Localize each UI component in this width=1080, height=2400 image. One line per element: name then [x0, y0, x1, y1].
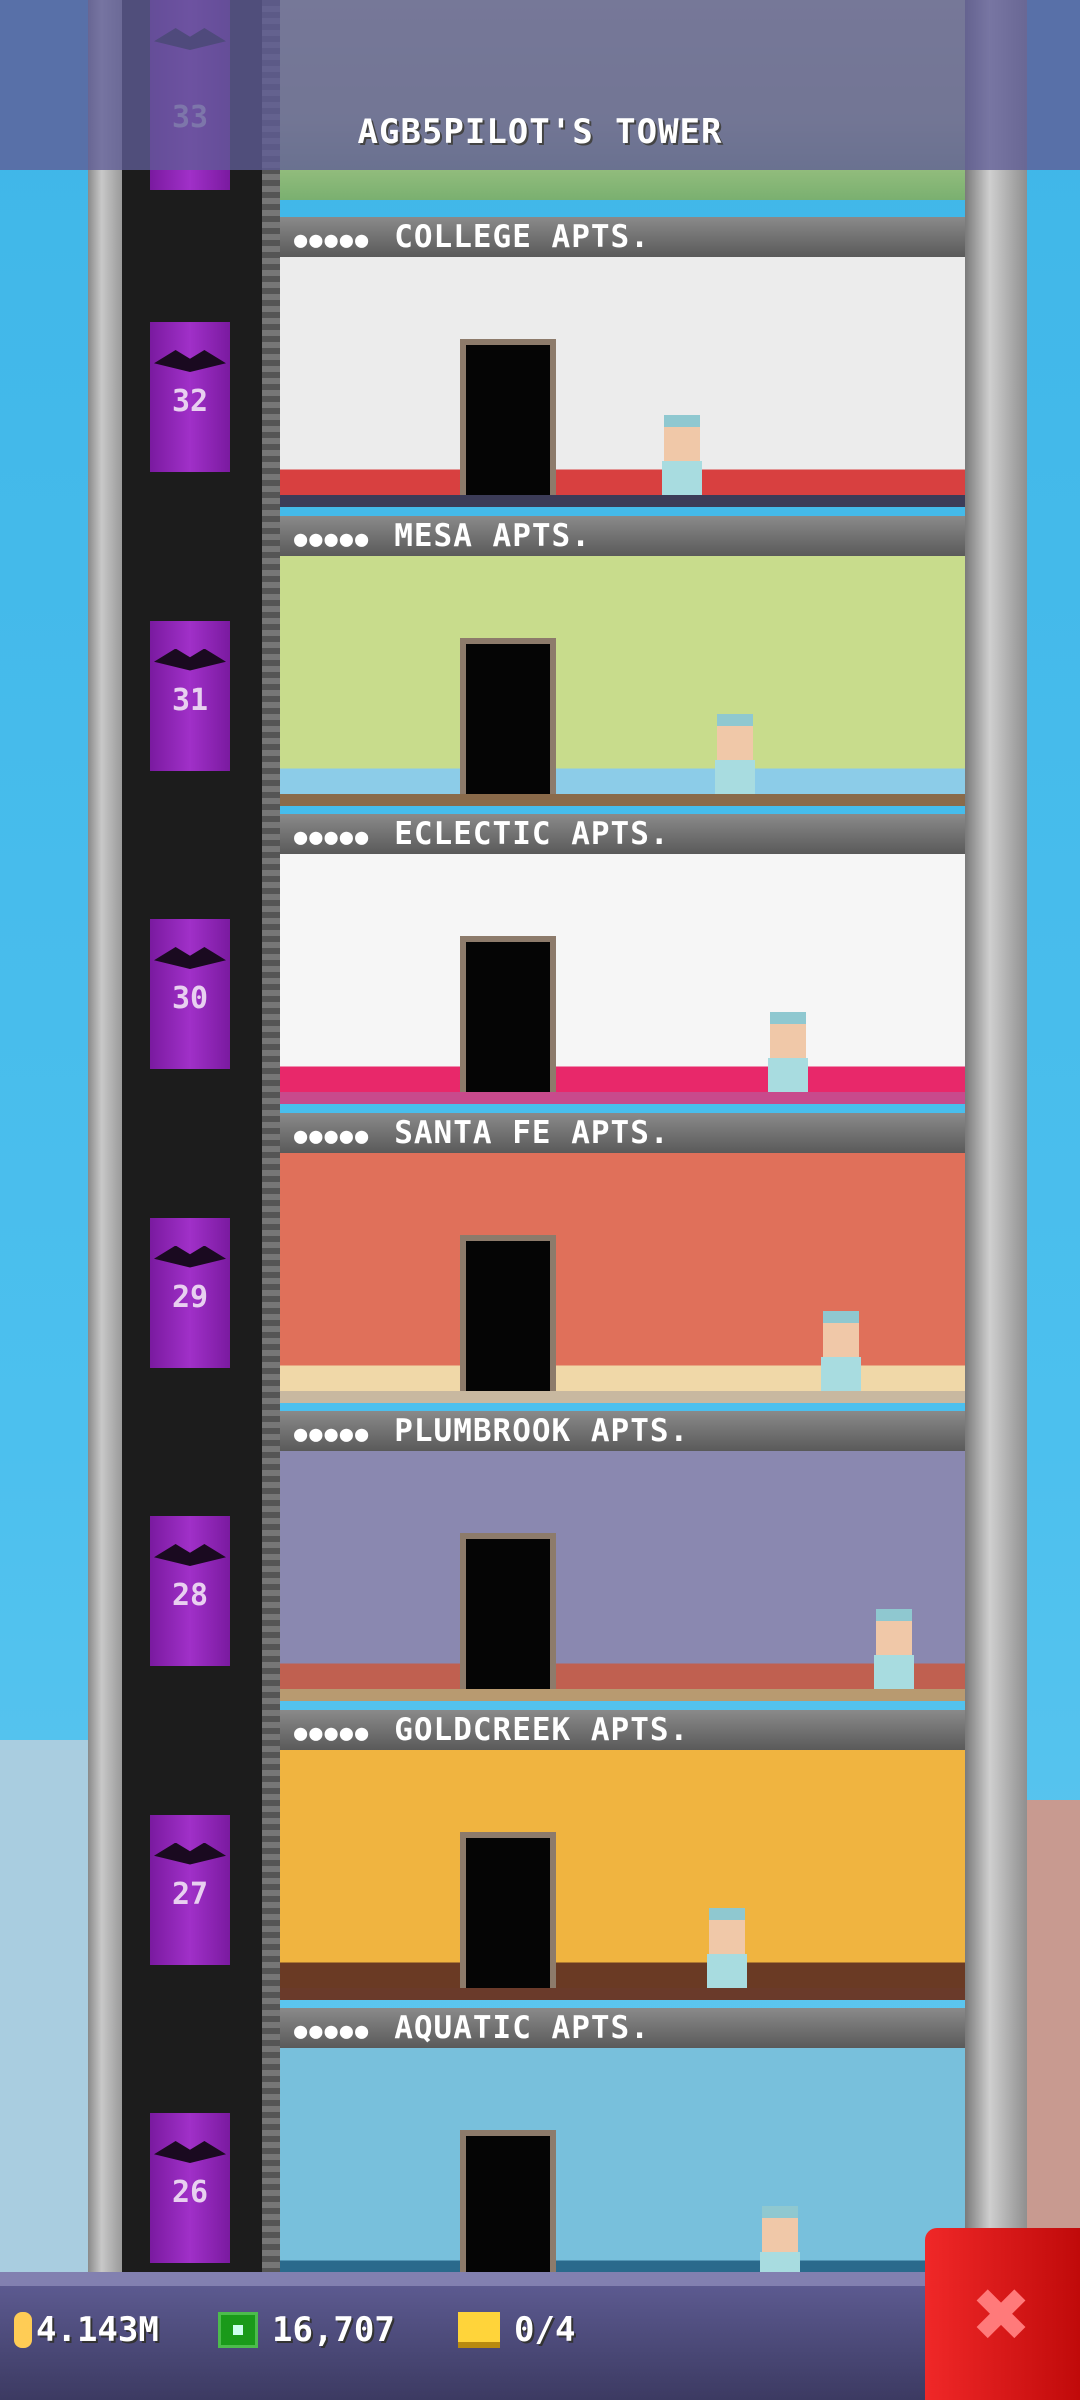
door [460, 339, 556, 495]
elevator-car-28[interactable]: 28 [150, 1516, 230, 1666]
floor-room[interactable] [280, 2048, 965, 2298]
floor-name: MESA APTS. [394, 517, 591, 554]
floor-room[interactable] [280, 1152, 965, 1403]
resident[interactable] [872, 1609, 916, 1689]
bat-icon [154, 648, 226, 671]
floor-number: 29 [171, 1279, 209, 1315]
floor-room[interactable] [280, 555, 965, 806]
door [460, 637, 556, 794]
elevator-car-26[interactable]: 26 [150, 2113, 230, 2263]
tickets-stat[interactable]: 0/4 [458, 2310, 575, 2350]
room-floor [280, 1390, 965, 1403]
floor-name: ECLECTIC APTS. [394, 816, 670, 852]
floor-label: ●●●●● MESA APTS. [280, 515, 965, 556]
background-building-right [1027, 1800, 1080, 2300]
bat-icon [154, 2141, 226, 2163]
bat-icon [154, 1842, 226, 1865]
floor-label: ●●●●● GOLDCREEK APTS. [280, 1709, 965, 1750]
elevator-car-31[interactable]: 31 [150, 620, 230, 771]
background-building-left [0, 1740, 88, 2300]
residents-icon: ●●●●● [294, 1123, 371, 1149]
door [460, 1234, 556, 1391]
elevator-car-32[interactable]: 32 [150, 322, 230, 472]
elevator-car-29[interactable]: 29 [150, 1217, 230, 1368]
floor-room[interactable] [280, 1451, 965, 1701]
floor-name: COLLEGE APTS. [394, 219, 650, 255]
room-floor [280, 1689, 965, 1701]
resident[interactable] [705, 1907, 749, 1988]
residents-icon: ●●●●● [294, 1422, 371, 1447]
room-floor [280, 793, 965, 806]
room-floor [280, 495, 965, 507]
room-floor [280, 1092, 965, 1104]
floor-number: 27 [171, 1876, 209, 1912]
resident[interactable] [660, 415, 704, 495]
door [460, 1533, 556, 1689]
resident[interactable] [819, 1310, 863, 1391]
elevator-rail [262, 0, 280, 2290]
close-icon: ✖ [973, 2258, 1032, 2370]
residents-icon: ●●●●● [294, 2019, 371, 2044]
floor-number: 32 [171, 384, 209, 419]
header-bar: AGB5PILOT'S TOWER [0, 0, 1080, 170]
bux-value: 16,707 [272, 2310, 395, 2350]
floor-name: AQUATIC APTS. [394, 2010, 650, 2046]
elevator-car-27[interactable]: 27 [150, 1814, 230, 1965]
door [460, 1831, 556, 1988]
coins-value: 4.143M [36, 2310, 159, 2350]
golden-ticket-icon [458, 2312, 500, 2348]
tower-bux-icon [218, 2312, 258, 2348]
floor-number: 26 [171, 2175, 209, 2210]
residents-icon: ●●●●● [294, 526, 371, 552]
coin-icon [14, 2312, 32, 2348]
tower-left-pillar [88, 0, 122, 2290]
tower-right-pillar [965, 0, 1027, 2290]
floor-number: 28 [171, 1578, 209, 1613]
bat-icon [154, 350, 226, 372]
floor-number: 30 [171, 981, 209, 1016]
tower-title: AGB5PILOT'S TOWER [357, 112, 723, 152]
tickets-value: 0/4 [514, 2310, 576, 2350]
resident[interactable] [713, 713, 757, 794]
elevator-car-30[interactable]: 30 [150, 919, 230, 1069]
status-bar: 4.143M 16,707 0/4 [0, 2272, 930, 2400]
floor-name: GOLDCREEK APTS. [394, 1711, 690, 1748]
residents-icon: ●●●●● [294, 228, 371, 253]
coins-stat[interactable]: 4.143M [14, 2310, 159, 2350]
bat-icon [154, 947, 226, 969]
floor-label: ●●●●● COLLEGE APTS. [280, 217, 965, 257]
door [460, 2130, 556, 2286]
floor-number: 31 [171, 682, 209, 718]
floor-label: ●●●●● PLUMBROOK APTS. [280, 1411, 965, 1451]
bat-icon [154, 1544, 226, 1566]
room-floor [280, 1987, 965, 2000]
door [460, 936, 556, 1092]
floor-label: ●●●●● ECLECTIC APTS. [280, 814, 965, 854]
resident[interactable] [766, 1012, 810, 1092]
floor-room[interactable] [280, 257, 965, 507]
bat-icon [154, 1245, 226, 1268]
residents-icon: ●●●●● [294, 1720, 371, 1746]
floor-name: SANTA FE APTS. [394, 1114, 670, 1151]
floor-room[interactable] [280, 1749, 965, 2000]
floor-name: PLUMBROOK APTS. [394, 1413, 690, 1449]
floor-room[interactable] [280, 854, 965, 1104]
residents-icon: ●●●●● [294, 825, 371, 850]
bux-stat[interactable]: 16,707 [218, 2310, 395, 2350]
close-button[interactable]: ✖ [925, 2228, 1080, 2400]
floor-label: ●●●●● AQUATIC APTS. [280, 2008, 965, 2048]
floor-label: ●●●●● SANTA FE APTS. [280, 1112, 965, 1153]
